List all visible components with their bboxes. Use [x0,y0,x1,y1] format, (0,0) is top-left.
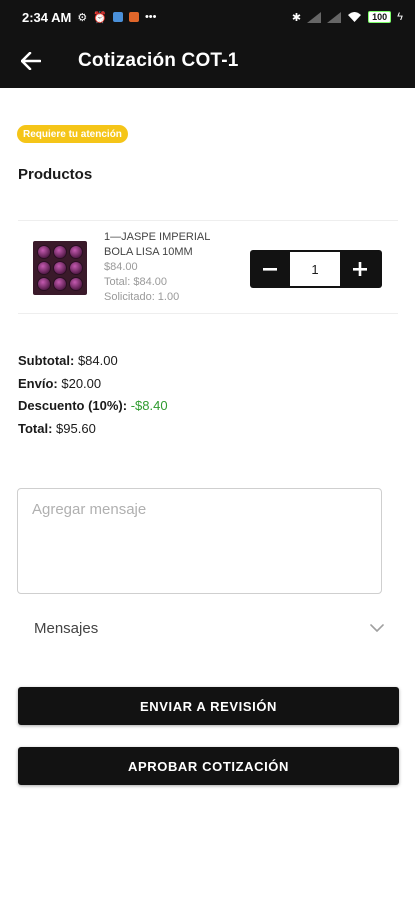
increment-button[interactable] [340,250,380,288]
discount-value: -$8.40 [130,398,168,413]
battery-icon: 100 [368,11,392,23]
plus-icon [353,262,367,276]
decrement-button[interactable] [250,250,290,288]
product-name-line2: BOLA LISA 10MM [104,246,193,258]
quantity-stepper: 1 [250,250,382,288]
arrow-left-icon [21,52,41,70]
message-input[interactable] [17,488,382,594]
gear-icon: ⚙ [77,11,88,24]
shipping-label: Envío: [18,375,58,391]
signal-icon-2 [327,11,342,23]
page-title: Cotización COT-1 [78,50,239,71]
product-image [33,241,87,295]
status-time: 2:34 AM [22,9,72,25]
more-notifications-icon: ••• [144,11,157,23]
total-value: $95.60 [56,420,96,436]
send-to-review-button[interactable]: ENVIAR A REVISIÓN [18,687,399,725]
product-details: 1—JASPE IMPERIAL BOLA LISA 10MM $84.00 T… [104,230,210,305]
product-requested: Solicitado: 1.00 [104,291,180,303]
subtotal-value: $84.00 [77,353,118,368]
shipping-value: $20.00 [61,375,102,391]
total-row: Total: $95.60 [18,418,168,441]
status-bar-right: ✱ 100 ϟ [292,11,403,24]
discount-row: Descuento (10%): -$8.40 [18,395,168,418]
status-bar: 2:34 AM ⚙ ⏰ ••• ✱ 100 ϟ [0,0,415,34]
shipping-row: Envío: $20.00 [18,373,168,396]
messages-expander[interactable]: Mensajes [18,608,388,648]
app-bar: Cotización COT-1 [0,34,415,88]
product-total: Total: $84.00 [104,276,167,288]
approve-quote-button[interactable]: APROBAR COTIZACIÓN [18,747,399,785]
bluetooth-icon: ✱ [291,11,302,24]
totals-summary: Subtotal: $84.00 Envío: $20.00 Descuento… [18,350,168,440]
status-bar-left: 2:34 AM ⚙ ⏰ ••• [22,10,157,25]
minus-icon [263,268,277,271]
charging-icon: ϟ [397,11,403,23]
product-name-line1: 1—JASPE IMPERIAL [104,231,211,243]
chevron-down-icon [370,624,384,632]
app-notification-icon [112,12,123,22]
signal-icon [307,11,322,23]
status-badge: Requiere tu atención [17,125,128,143]
quantity-value[interactable]: 1 [290,252,340,286]
product-list-item: 1—JASPE IMPERIAL BOLA LISA 10MM $84.00 T… [18,220,398,314]
messages-label: Mensajes [34,619,99,637]
subtotal-label: Subtotal: [18,353,75,368]
products-section-title: Productos [18,166,93,183]
product-price: $84.00 [104,261,138,273]
back-button[interactable] [18,48,44,74]
wifi-icon [348,12,362,22]
total-label: Total: [18,420,53,436]
subtotal-row: Subtotal: $84.00 [18,350,168,373]
alarm-icon: ⏰ [93,11,107,24]
discount-label: Descuento (10%): [18,398,128,413]
app-notification-icon-2 [128,12,139,22]
